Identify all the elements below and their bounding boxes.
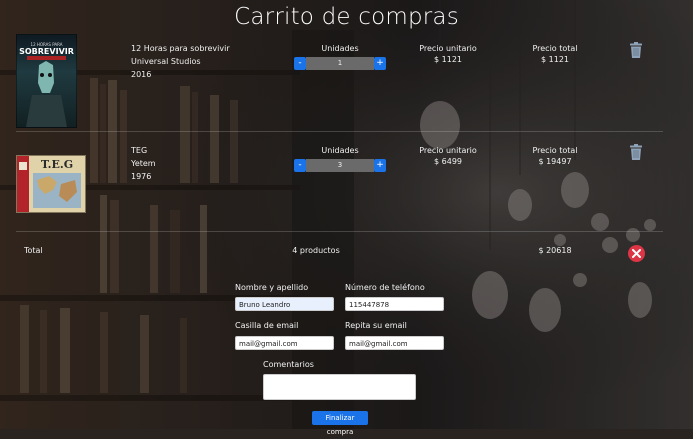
product-image: 12 HORAS PARA SOBREVIVIR <box>16 34 77 128</box>
product-year: 2016 <box>131 70 152 79</box>
quantity-value[interactable]: 1 <box>306 57 374 70</box>
page-title: Carrito de compras <box>234 4 459 30</box>
phone-label: Número de teléfono <box>345 283 425 292</box>
decrement-button[interactable]: - <box>294 159 306 172</box>
total-label: Total <box>24 246 43 255</box>
trash-icon[interactable] <box>630 42 642 58</box>
email-repeat-label: Repita su email <box>345 321 407 330</box>
quantity-stepper: - 3 + <box>294 159 386 172</box>
units-label: Unidades <box>321 44 359 53</box>
cover-title-art: T.E.G <box>41 158 73 171</box>
product-name: TEG <box>131 146 148 155</box>
product-publisher: Universal Studios <box>131 57 201 66</box>
trash-icon[interactable] <box>630 144 642 160</box>
email-label: Casilla de email <box>235 321 299 330</box>
email-field[interactable]: mail@gmail.com <box>235 336 334 350</box>
email-repeat-field[interactable]: mail@gmail.com <box>345 336 444 350</box>
name-label: Nombre y apellido <box>235 283 309 292</box>
product-year: 1976 <box>131 172 152 181</box>
phone-field[interactable]: 115447878 <box>345 297 444 311</box>
units-label: Unidades <box>321 146 359 155</box>
product-image: T.E.G <box>16 155 86 213</box>
movie-poster-image: 12 HORAS PARA SOBREVIVIR <box>19 42 74 127</box>
quantity-stepper: - 1 + <box>294 57 386 70</box>
cover-title-art: SOBREVIVIR <box>19 47 74 56</box>
divider <box>16 131 663 132</box>
quantity-value[interactable]: 3 <box>306 159 374 172</box>
divider <box>16 231 663 232</box>
product-name: 12 Horas para sobrevivir <box>131 44 230 53</box>
product-count: 4 productos <box>292 246 340 255</box>
name-field[interactable]: Bruno Leandro <box>235 297 334 311</box>
increment-button[interactable]: + <box>374 57 386 70</box>
total-price-value: $ 1121 <box>541 55 569 64</box>
boardgame-box-image: T.E.G <box>17 156 85 212</box>
unit-price-value: $ 1121 <box>434 55 462 64</box>
increment-button[interactable]: + <box>374 159 386 172</box>
comments-label: Comentarios <box>263 360 314 369</box>
comments-textarea[interactable] <box>263 374 416 400</box>
decrement-button[interactable]: - <box>294 57 306 70</box>
total-price-value: $ 19497 <box>538 157 572 166</box>
grand-total: $ 20618 <box>538 246 572 255</box>
product-publisher: Yetem <box>131 159 156 168</box>
submit-button[interactable]: Finalizar compra <box>312 411 368 436</box>
close-circle-icon[interactable] <box>628 245 645 262</box>
unit-price-value: $ 6499 <box>434 157 462 166</box>
